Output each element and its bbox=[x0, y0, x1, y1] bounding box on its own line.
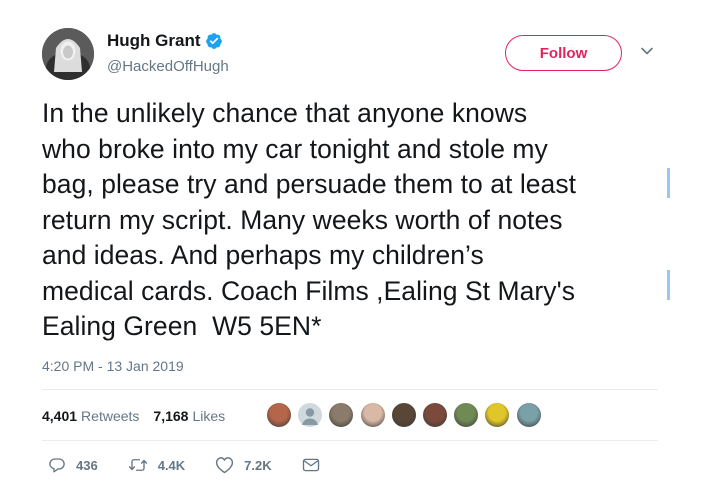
reply-icon bbox=[49, 458, 65, 473]
like-count: 7.2K bbox=[244, 457, 272, 473]
divider bbox=[42, 389, 658, 390]
follow-button[interactable]: Follow bbox=[505, 35, 622, 71]
display-name[interactable]: Hugh Grant bbox=[107, 31, 201, 51]
retweet-button[interactable]: 4.4K bbox=[128, 456, 185, 474]
action-bar: 436 4.4K 7.2K bbox=[48, 456, 360, 474]
text-selection-marker bbox=[667, 270, 670, 300]
retweets-label: Retweets bbox=[81, 408, 140, 424]
envelope-icon bbox=[302, 458, 319, 472]
retweets-count: 4,401 bbox=[42, 408, 78, 424]
liker-avatar[interactable] bbox=[359, 402, 386, 428]
direct-message-button[interactable] bbox=[302, 457, 330, 473]
heart-icon bbox=[216, 457, 234, 474]
likes-stat[interactable]: 7,168 Likes bbox=[153, 408, 225, 424]
likes-count: 7,168 bbox=[153, 408, 189, 424]
text-selection-marker bbox=[667, 168, 670, 198]
chevron-down-icon[interactable] bbox=[640, 46, 654, 56]
retweets-stat[interactable]: 4,401 Retweets bbox=[42, 408, 139, 424]
default-avatar-icon[interactable] bbox=[297, 402, 324, 428]
tweet-text: In the unlikely chance that anyone knows… bbox=[42, 98, 577, 341]
retweet-icon bbox=[128, 459, 147, 471]
liker-avatar[interactable] bbox=[328, 402, 355, 428]
divider bbox=[42, 440, 658, 441]
liker-avatar[interactable] bbox=[266, 402, 292, 428]
user-handle[interactable]: @HackedOffHugh bbox=[107, 58, 229, 75]
liker-avatar[interactable] bbox=[453, 402, 480, 428]
tweet-stats: 4,401 Retweets 7,168 Likes bbox=[42, 408, 239, 424]
liker-avatar[interactable] bbox=[515, 402, 542, 428]
like-button[interactable]: 7.2K bbox=[215, 456, 272, 474]
liker-avatars bbox=[266, 402, 547, 428]
verified-badge-icon bbox=[205, 33, 222, 49]
retweet-count: 4.4K bbox=[157, 457, 186, 473]
liker-avatar[interactable] bbox=[484, 402, 511, 428]
likes-label: Likes bbox=[192, 408, 226, 424]
reply-count: 436 bbox=[76, 457, 98, 473]
liker-avatar[interactable] bbox=[421, 402, 448, 428]
author-name-row: Hugh Grant bbox=[107, 31, 223, 51]
avatar-image bbox=[42, 28, 94, 80]
liker-avatar[interactable] bbox=[390, 402, 417, 428]
profile-avatar[interactable] bbox=[42, 28, 94, 80]
reply-button[interactable]: 436 bbox=[48, 456, 98, 474]
tweet-timestamp[interactable]: 4:20 PM - 13 Jan 2019 bbox=[42, 358, 184, 374]
